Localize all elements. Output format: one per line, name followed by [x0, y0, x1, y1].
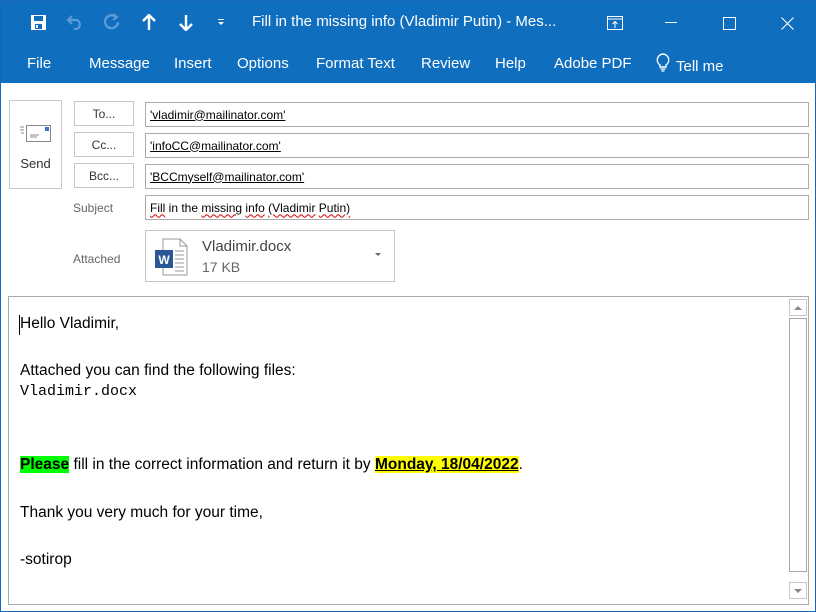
save-icon[interactable]	[28, 11, 48, 33]
body-scrollbar[interactable]	[789, 298, 808, 603]
undo-icon[interactable]	[64, 11, 86, 33]
scroll-up-button[interactable]	[789, 299, 807, 316]
cc-button[interactable]: Cc...	[74, 132, 134, 157]
tab-format-text[interactable]: Format Text	[316, 55, 395, 72]
bcc-recipient[interactable]: 'BCCmyself@mailinator.com'	[150, 170, 304, 184]
instruction-text: fill in the correct information and retu…	[69, 456, 375, 473]
scroll-down-button[interactable]	[789, 582, 807, 599]
tab-message[interactable]: Message	[89, 55, 150, 72]
subject-word: Putin)	[318, 200, 351, 215]
scroll-up-icon	[794, 305, 802, 310]
tab-insert[interactable]: Insert	[174, 55, 212, 72]
send-label: Send	[20, 156, 51, 171]
lightbulb-icon	[656, 53, 670, 77]
bcc-button[interactable]: Bcc...	[74, 163, 134, 188]
attached-label: Attached	[73, 252, 121, 266]
message-body[interactable]: Hello Vladimir, Attached you can find th…	[8, 296, 809, 605]
previous-item-icon[interactable]	[139, 11, 159, 33]
tab-review[interactable]: Review	[421, 55, 470, 72]
close-icon[interactable]	[764, 1, 810, 45]
tab-file[interactable]: File	[27, 55, 51, 72]
svg-text:W: W	[158, 253, 170, 267]
deadline-highlight: Monday, 18/04/2022	[374, 456, 519, 473]
maximize-icon[interactable]	[706, 1, 752, 45]
subject-label: Subject	[73, 201, 114, 215]
send-button[interactable]: Send	[9, 100, 62, 189]
outlook-message-window: Fill in the missing info (Vladimir Putin…	[0, 0, 816, 612]
tab-adobe-pdf[interactable]: Adobe PDF	[554, 55, 632, 72]
word-document-icon: W	[154, 238, 188, 281]
subject-word: info	[245, 200, 265, 215]
instruction-period: .	[518, 456, 523, 473]
file-list-line: Vladimir.docx	[20, 383, 138, 400]
tell-me-label: Tell me	[676, 57, 724, 75]
redo-icon[interactable]	[101, 11, 123, 33]
scroll-down-icon	[794, 588, 802, 593]
attachment-dropdown-icon[interactable]	[375, 253, 381, 256]
subject-word: missing	[201, 200, 243, 215]
tab-help[interactable]: Help	[495, 55, 526, 72]
subject-word: Fill	[150, 200, 166, 215]
ribbon-display-options-icon[interactable]	[592, 1, 638, 45]
attachment-size: 17 KB	[202, 259, 241, 275]
instruction-line: Please fill in the correct information a…	[20, 456, 523, 474]
cc-recipient[interactable]: 'infoCC@mailinator.com'	[150, 139, 281, 153]
to-field[interactable]: 'vladimir@mailinator.com'	[145, 102, 809, 127]
send-envelope-icon	[19, 124, 52, 148]
customize-quick-access-icon[interactable]	[215, 11, 227, 33]
to-recipient[interactable]: 'vladimir@mailinator.com'	[150, 108, 285, 122]
signature-line: -sotirop	[20, 551, 72, 568]
bcc-field[interactable]: 'BCCmyself@mailinator.com'	[145, 164, 809, 189]
attachment-name: Vladimir.docx	[202, 238, 292, 255]
scrollbar-thumb[interactable]	[789, 318, 807, 572]
tab-options[interactable]: Options	[237, 55, 289, 72]
thanks-line: Thank you very much for your time,	[20, 504, 263, 521]
minimize-icon[interactable]	[648, 1, 694, 45]
greeting-line: Hello Vladimir,	[20, 315, 120, 332]
ribbon-tabs: File Message Insert Options Format Text …	[1, 45, 816, 83]
tell-me-search[interactable]: Tell me	[656, 53, 724, 77]
to-button[interactable]: To...	[74, 101, 134, 126]
window-title: Fill in the missing info (Vladimir Putin…	[252, 13, 557, 30]
subject-word: in the	[168, 200, 199, 215]
title-bar: Fill in the missing info (Vladimir Putin…	[1, 1, 816, 45]
next-item-icon[interactable]	[176, 11, 196, 33]
intro-line: Attached you can find the following file…	[20, 362, 296, 379]
please-highlight: Please	[20, 456, 70, 473]
subject-word: (Vladimir	[268, 200, 316, 215]
subject-field[interactable]: Fill in the missing info (Vladimir Putin…	[145, 195, 809, 220]
attachment-item[interactable]: W Vladimir.docx 17 KB	[145, 230, 395, 282]
cc-field[interactable]: 'infoCC@mailinator.com'	[145, 133, 809, 158]
